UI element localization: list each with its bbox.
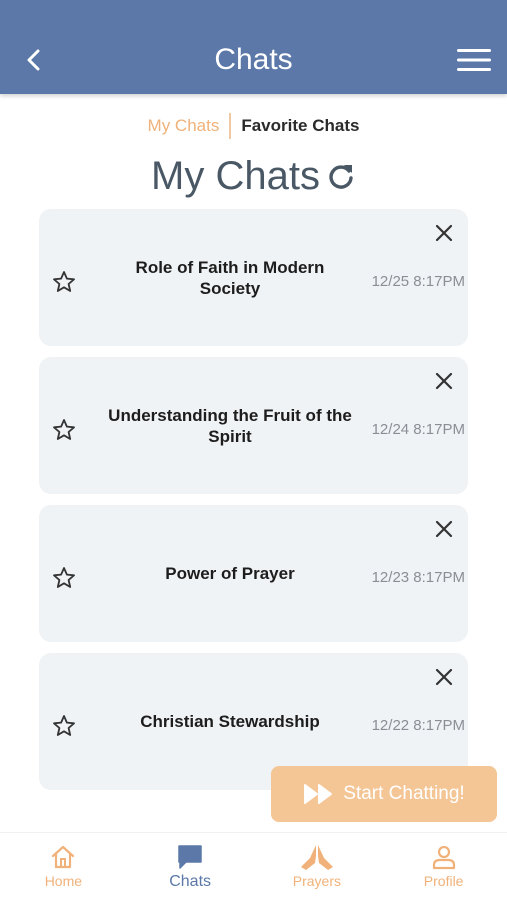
delete-chat-button[interactable]: [432, 221, 456, 245]
delete-chat-button[interactable]: [432, 665, 456, 689]
favorite-button[interactable]: [51, 269, 77, 295]
chat-card[interactable]: Understanding the Fruit of the Spirit 12…: [39, 357, 468, 494]
delete-chat-button[interactable]: [432, 369, 456, 393]
chat-title[interactable]: Power of Prayer: [105, 505, 355, 642]
hamburger-menu-icon: [457, 49, 491, 71]
close-icon: [435, 224, 453, 242]
section-heading: My Chats: [0, 150, 507, 202]
person-icon: [431, 843, 457, 871]
refresh-icon: [329, 165, 353, 189]
praying-hands-icon: [297, 843, 337, 871]
star-outline-icon: [53, 567, 75, 588]
delete-chat-button[interactable]: [432, 517, 456, 541]
favorite-button[interactable]: [51, 713, 77, 739]
star-outline-icon: [53, 271, 75, 292]
chat-title[interactable]: Role of Faith in Modern Society: [105, 209, 355, 346]
tab-my-chats[interactable]: My Chats: [138, 113, 230, 139]
page-title: Chats: [214, 43, 293, 76]
home-icon: [50, 843, 76, 871]
chat-card[interactable]: Role of Faith in Modern Society 12/25 8:…: [39, 209, 468, 346]
nav-prayers[interactable]: Prayers: [254, 833, 381, 900]
close-icon: [435, 520, 453, 538]
nav-label-profile: Profile: [423, 873, 464, 889]
app-header: Chats: [0, 0, 507, 94]
refresh-button[interactable]: [326, 161, 356, 191]
star-outline-icon: [53, 715, 75, 736]
nav-label-chats: Chats: [169, 873, 212, 890]
fast-forward-icon: [303, 782, 335, 806]
start-chatting-button[interactable]: Start Chatting!: [271, 766, 497, 822]
menu-button[interactable]: [455, 42, 493, 78]
nav-label-prayers: Prayers: [292, 873, 341, 889]
favorite-button[interactable]: [51, 565, 77, 591]
favorite-button[interactable]: [51, 417, 77, 443]
close-icon: [435, 668, 453, 686]
nav-home[interactable]: Home: [0, 833, 127, 900]
chat-timestamp: 12/23 8:17PM: [371, 569, 465, 586]
tab-favorite-chats[interactable]: Favorite Chats: [231, 113, 369, 139]
chat-timestamp: 12/25 8:17PM: [371, 273, 465, 290]
nav-profile[interactable]: Profile: [380, 833, 507, 900]
chat-title[interactable]: Understanding the Fruit of the Spirit: [105, 357, 355, 494]
bottom-nav: Home Chats Prayers Profile: [0, 832, 507, 900]
chat-bubble-icon: [176, 843, 204, 871]
start-chatting-label: Start Chatting!: [343, 783, 465, 804]
nav-chats[interactable]: Chats: [127, 833, 254, 900]
nav-label-home: Home: [44, 873, 83, 889]
chat-tabs: My Chats Favorite Chats: [0, 112, 507, 140]
section-title: My Chats: [151, 153, 320, 198]
star-outline-icon: [53, 419, 75, 440]
chat-timestamp: 12/22 8:17PM: [371, 717, 465, 734]
chat-card[interactable]: Power of Prayer 12/23 8:17PM: [39, 505, 468, 642]
chat-timestamp: 12/24 8:17PM: [371, 421, 465, 438]
close-icon: [435, 372, 453, 390]
